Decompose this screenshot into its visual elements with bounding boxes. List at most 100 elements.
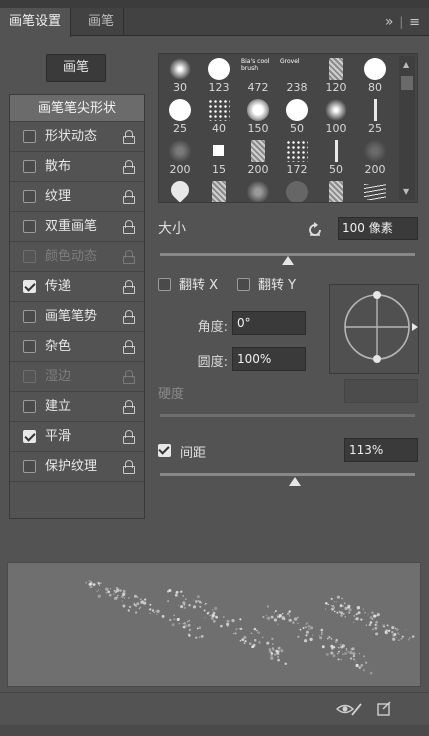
brush-preset-tile[interactable]: 50 xyxy=(317,138,355,178)
brush-preset-tile[interactable]: 200 xyxy=(239,138,277,178)
brush-option-item[interactable]: 形状动态 xyxy=(10,122,144,152)
reset-size-icon[interactable] xyxy=(307,221,323,237)
option-checkbox[interactable] xyxy=(23,310,36,323)
spacing-slider-track[interactable] xyxy=(160,473,415,476)
brush-preset-tile[interactable]: 200 xyxy=(161,138,199,178)
brush-preset-tile[interactable]: 15 xyxy=(200,138,238,178)
option-checkbox[interactable] xyxy=(23,460,36,473)
panel-titlebar xyxy=(0,0,429,8)
brush-preset-tile[interactable]: Bia's cool brush 472 xyxy=(239,56,277,96)
stroke-speck xyxy=(257,631,260,634)
option-checkbox[interactable] xyxy=(23,280,36,293)
tab-brush[interactable]: 画笔 xyxy=(79,8,125,36)
new-preset-icon[interactable] xyxy=(376,701,392,717)
option-checkbox[interactable] xyxy=(23,340,36,353)
option-checkbox[interactable] xyxy=(23,190,36,203)
lock-icon[interactable] xyxy=(123,460,135,474)
lock-icon[interactable] xyxy=(123,220,135,234)
size-slider-knob[interactable] xyxy=(281,256,294,265)
brush-preset-tile[interactable]: 140 xyxy=(161,177,199,202)
lock-icon[interactable] xyxy=(123,160,135,174)
brush-option-item[interactable]: 杂色 xyxy=(10,332,144,362)
tab-brush-settings[interactable]: 画笔设置 xyxy=(0,8,72,37)
brush-preset-tile[interactable]: 30 xyxy=(161,56,199,96)
lock-icon[interactable] xyxy=(123,280,135,294)
brush-preset-tile[interactable]: 50 xyxy=(278,97,316,137)
brush-option-item[interactable]: 纹理 xyxy=(10,182,144,212)
stroke-speck xyxy=(210,616,214,620)
stroke-speck xyxy=(394,627,396,629)
brush-size-label: 123 xyxy=(208,81,230,94)
flip-y[interactable]: 翻转 Y xyxy=(237,274,296,293)
flip-x-checkbox[interactable] xyxy=(158,278,171,291)
brush-preset-tile[interactable]: 100 xyxy=(200,179,238,202)
stroke-speck xyxy=(184,624,188,628)
stroke-speck xyxy=(123,597,125,599)
flip-y-checkbox[interactable] xyxy=(237,278,250,291)
lock-icon[interactable] xyxy=(123,430,135,444)
stroke-speck xyxy=(356,606,361,610)
brush-option-item[interactable]: 保护纹理 xyxy=(10,452,144,482)
option-checkbox[interactable] xyxy=(23,160,36,173)
lock-icon[interactable] xyxy=(123,310,135,324)
option-checkbox[interactable] xyxy=(23,430,36,443)
hamburger-icon[interactable]: ≡ xyxy=(409,15,421,30)
brush-option-item[interactable]: 画笔笔势 xyxy=(10,302,144,332)
panel-menu[interactable]: » | ≡ xyxy=(385,8,421,36)
stroke-speck xyxy=(365,624,367,626)
stroke-speck xyxy=(88,582,91,585)
brush-preset-tile[interactable]: 123 xyxy=(200,56,238,96)
eye-brush-icon[interactable] xyxy=(336,701,362,717)
stroke-speck xyxy=(289,615,291,617)
spacing-slider-knob[interactable] xyxy=(289,477,302,486)
lock-icon[interactable] xyxy=(123,340,135,354)
collapse-icon[interactable]: » xyxy=(385,14,395,30)
brush-preset-tile[interactable]: 40 xyxy=(200,97,238,137)
brush-preset-tile[interactable]: 150 xyxy=(239,97,277,137)
brush-preset-tile[interactable]: 25 xyxy=(161,97,199,137)
roundness-input[interactable]: 100% xyxy=(232,347,306,371)
brush-preset-tile[interactable]: 100 xyxy=(317,97,355,137)
brush-preset-tile[interactable]: 25 xyxy=(356,97,394,137)
option-checkbox[interactable] xyxy=(23,220,36,233)
brush-preset-tile[interactable]: 135 xyxy=(356,179,394,202)
lock-icon[interactable] xyxy=(123,400,135,414)
brush-button[interactable]: 画笔 xyxy=(46,54,106,82)
option-checkbox[interactable] xyxy=(23,400,36,413)
stroke-speck xyxy=(239,640,242,642)
brush-preset-tile[interactable]: 110 xyxy=(278,179,316,202)
size-input[interactable]: 100 像素 xyxy=(338,217,418,240)
stroke-speck xyxy=(186,621,189,623)
stroke-speck xyxy=(391,631,394,634)
brush-tip-shape-item[interactable]: 画笔笔尖形状 xyxy=(10,95,144,122)
brush-option-item[interactable]: 双重画笔 xyxy=(10,212,144,242)
brush-preset-tile[interactable]: Grovel 238 xyxy=(278,56,316,96)
brush-preset-tile[interactable]: 60 xyxy=(239,179,277,202)
brush-option-item: 湿边 xyxy=(10,362,144,392)
option-checkbox[interactable] xyxy=(23,130,36,143)
stroke-speck xyxy=(271,647,274,650)
brush-preset-tile[interactable]: 120 xyxy=(317,56,355,96)
lock-icon[interactable] xyxy=(123,130,135,144)
scroll-thumb[interactable] xyxy=(401,76,413,90)
brush-option-item[interactable]: 散布 xyxy=(10,152,144,182)
flip-x[interactable]: 翻转 X xyxy=(158,274,218,293)
scroll-up-icon[interactable]: ▲ xyxy=(403,60,409,69)
scroll-down-icon[interactable]: ▼ xyxy=(403,187,409,196)
brush-option-item[interactable]: 平滑 xyxy=(10,422,144,452)
lock-icon[interactable] xyxy=(123,190,135,204)
angle-input[interactable]: 0° xyxy=(232,311,306,335)
brush-preset-tile[interactable]: 200 xyxy=(356,138,394,178)
brush-option-item[interactable]: 建立 xyxy=(10,392,144,422)
brush-option-item[interactable]: 传递 xyxy=(10,272,144,302)
brush-preset-tile[interactable]: 172 xyxy=(278,138,316,178)
brush-preset-tile[interactable]: 100 xyxy=(317,179,355,202)
stroke-speck xyxy=(354,618,357,620)
brush-thumbnail: Grovel xyxy=(280,58,314,80)
spacing-checkbox[interactable] xyxy=(158,444,171,457)
angle-roundness-widget[interactable] xyxy=(329,284,419,374)
stroke-speck xyxy=(182,622,184,625)
spacing-input[interactable]: 113% xyxy=(344,438,418,462)
brush-preset-tile[interactable]: 80 xyxy=(356,56,394,96)
presets-scrollbar[interactable]: ▲ ▼ xyxy=(399,56,415,200)
